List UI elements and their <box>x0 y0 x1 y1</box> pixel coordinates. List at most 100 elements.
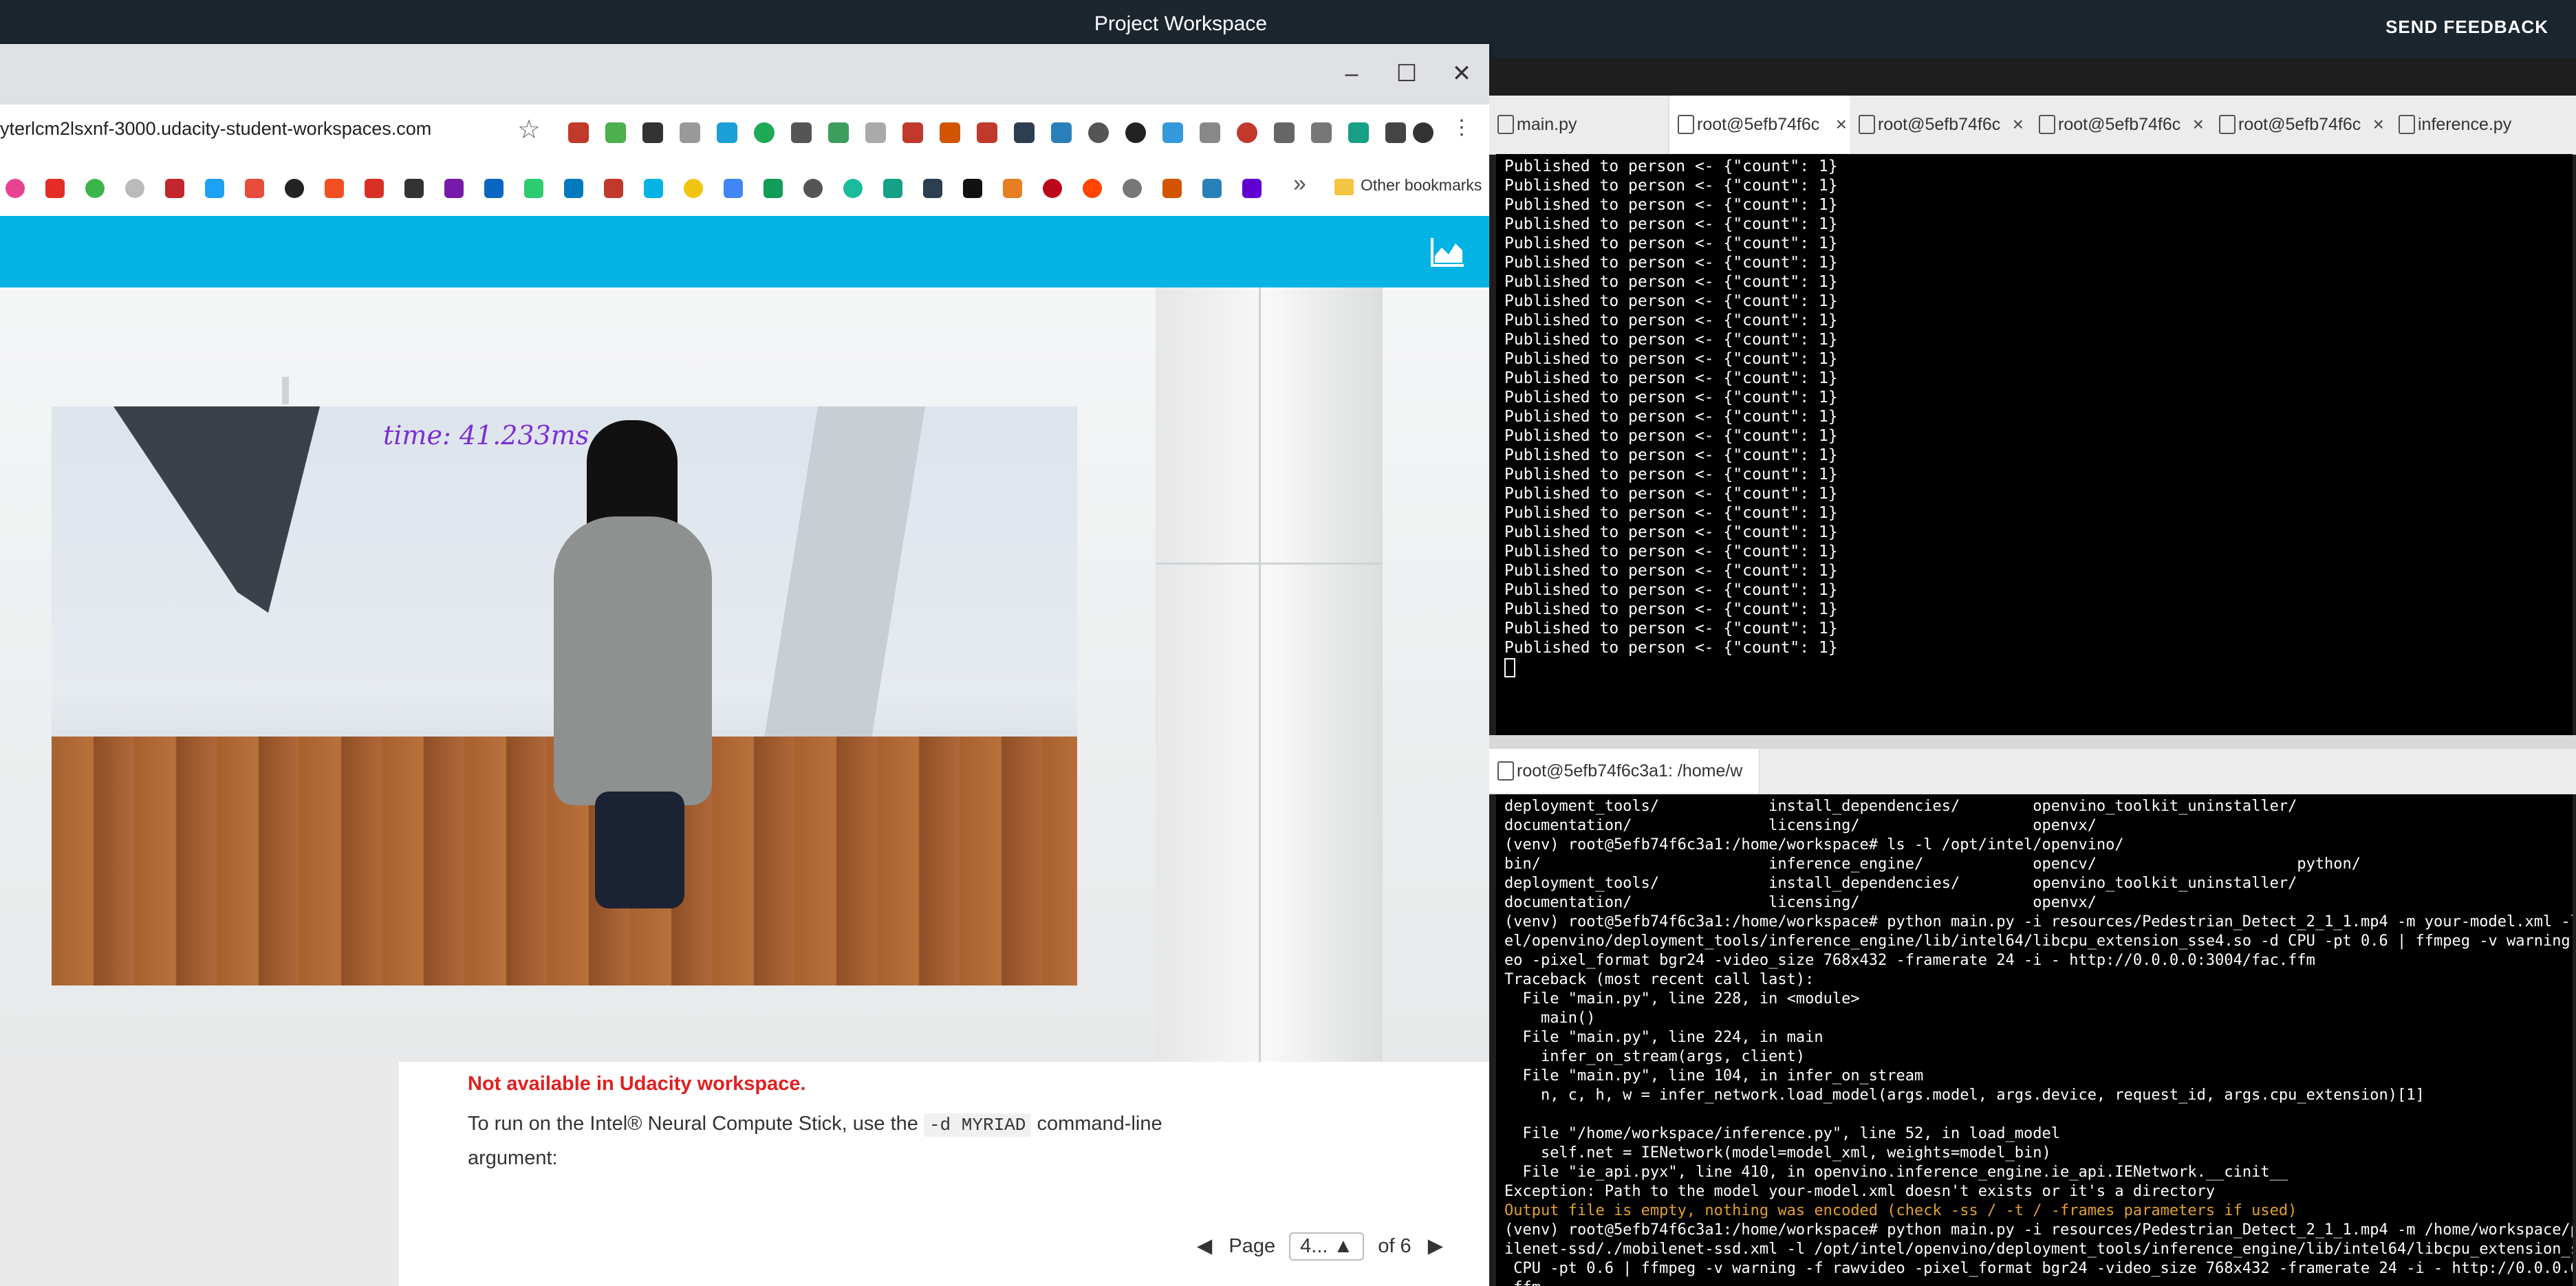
extension-icon[interactable] <box>1162 122 1183 143</box>
extension-icon[interactable] <box>642 122 663 143</box>
tab-terminal-lower[interactable]: root@5efb74f6c3a1: /home/w <box>1489 749 1760 793</box>
terminal-upper[interactable]: Published to person <- {"count": 1} Publ… <box>1496 154 2573 735</box>
prev-page-icon[interactable]: ◀ <box>1197 1235 1212 1257</box>
bookmark-icon[interactable] <box>604 179 623 198</box>
maximize-icon[interactable]: ☐ <box>1389 56 1424 91</box>
extension-icon[interactable] <box>1125 122 1146 143</box>
panel-splitter[interactable] <box>1489 735 2576 749</box>
bookmark-star-icon[interactable]: ☆ <box>517 114 541 145</box>
extension-icon[interactable] <box>754 122 775 143</box>
window-frame-line <box>1259 287 1261 1062</box>
bookmark-icon[interactable] <box>684 179 703 198</box>
extension-icon[interactable] <box>1348 122 1369 143</box>
extension-icon[interactable] <box>791 122 812 143</box>
tab-terminal-3[interactable]: root@5efb74f6c × <box>2031 96 2211 153</box>
tab-terminal-1[interactable]: root@5efb74f6c × <box>1669 96 1854 153</box>
extension-icon[interactable] <box>1311 122 1332 143</box>
profile-avatar[interactable] <box>1413 122 1433 143</box>
extension-icon[interactable] <box>605 122 626 143</box>
extension-icon[interactable] <box>680 122 700 143</box>
tab-terminal-2[interactable]: root@5efb74f6c × <box>1850 96 2031 153</box>
extension-icon[interactable] <box>1014 122 1035 143</box>
puzzle-extensions-icon[interactable] <box>1385 122 1406 143</box>
extension-icon[interactable] <box>717 122 737 143</box>
tab-terminal-4[interactable]: root@5efb74f6c × <box>2211 96 2392 153</box>
bookmark-icon[interactable] <box>1003 179 1022 198</box>
terminal-lower-output: deployment_tools/ install_dependencies/ … <box>1496 794 2573 1286</box>
google-bookmark-icon[interactable] <box>724 179 743 198</box>
microsoft-bookmark-icon[interactable] <box>325 179 344 198</box>
terminal-lower-line: ilenet-ssd/./mobilenet-ssd.xml -l /opt/i… <box>1504 1241 2573 1258</box>
trello-bookmark-icon[interactable] <box>564 179 583 198</box>
bookmark-icon[interactable] <box>883 179 902 198</box>
extension-icon[interactable] <box>940 122 960 143</box>
bookmarks-overflow-chevron-icon[interactable]: » <box>1293 171 1306 197</box>
extension-icon[interactable] <box>828 122 849 143</box>
terminal-lower-line: bin/ inference_engine/ opencv/ python/ <box>1504 855 2361 873</box>
extension-icon[interactable] <box>1051 122 1072 143</box>
bookmark-icon[interactable] <box>245 179 264 198</box>
close-tab-icon[interactable]: × <box>2373 96 2384 153</box>
bookmark-icon[interactable] <box>843 179 863 198</box>
close-tab-icon[interactable]: × <box>2193 96 2204 153</box>
terminal-upper-line: Published to person <- {"count": 1} <box>1504 466 1838 483</box>
pager-label: Page <box>1229 1235 1276 1257</box>
page-select[interactable]: 4... ▲ <box>1289 1232 1365 1261</box>
other-bookmarks-link[interactable]: Other bookmarks <box>1361 176 1482 195</box>
url-text[interactable]: yterlcm2lsxnf-3000.udacity-student-works… <box>0 118 431 140</box>
bookmark-icon[interactable] <box>923 179 942 198</box>
terminal-lower[interactable]: deployment_tools/ install_dependencies/ … <box>1496 794 2573 1286</box>
terminal-upper-line: Published to person <- {"count": 1} <box>1504 408 1838 426</box>
tab-main-py[interactable]: main.py <box>1489 96 1669 153</box>
bookmark-icon[interactable] <box>1162 179 1182 198</box>
extension-icon[interactable] <box>1237 122 1257 143</box>
linkedin-bookmark-icon[interactable] <box>484 179 504 198</box>
bookmark-icon[interactable] <box>85 179 105 198</box>
gmail-bookmark-icon[interactable] <box>365 179 384 198</box>
ncs-instructions: To run on the Intel® Neural Compute Stic… <box>468 1107 1224 1175</box>
tab-inference-py[interactable]: inference.py <box>2390 96 2576 153</box>
terminal-lower-line: documentation/ licensing/ openvx/ <box>1504 894 2097 911</box>
extension-icon[interactable] <box>865 122 886 143</box>
close-icon[interactable]: ✕ <box>1444 56 1479 91</box>
extension-icon[interactable] <box>1274 122 1295 143</box>
next-page-icon[interactable]: ▶ <box>1428 1235 1443 1257</box>
bookmark-icon[interactable] <box>285 179 304 198</box>
drive-bookmark-icon[interactable] <box>764 179 783 198</box>
bookmark-icon[interactable] <box>125 179 144 198</box>
terminal-upper-line: Published to person <- {"count": 1} <box>1504 350 1838 368</box>
bookmark-icon[interactable] <box>803 179 823 198</box>
extension-icon[interactable] <box>1088 122 1109 143</box>
close-tab-icon[interactable]: × <box>1836 96 1847 153</box>
bookmark-icon[interactable] <box>404 179 424 198</box>
terminal-upper-line: Published to person <- {"count": 1} <box>1504 427 1838 445</box>
extension-icon[interactable] <box>902 122 923 143</box>
not-available-note: Not available in Udacity workspace. <box>468 1073 806 1095</box>
bookmark-icon[interactable] <box>963 179 982 198</box>
terminal-upper-line: Published to person <- {"count": 1} <box>1504 235 1838 252</box>
terminal-lower-line: (venv) root@5efb74f6c3a1:/home/workspace… <box>1504 913 2573 930</box>
udacity-bookmark-icon[interactable] <box>644 179 663 198</box>
bookmark-icon[interactable] <box>165 179 184 198</box>
pager: ◀ Page 4... ▲ of 6 ▶ <box>1197 1232 1443 1261</box>
yahoo-bookmark-icon[interactable] <box>1242 179 1262 198</box>
close-tab-icon[interactable]: × <box>2013 96 2024 153</box>
terminal-lower-line: File "main.py", line 228, in <module> <box>1522 990 1860 1007</box>
menu-kebab-icon[interactable]: ⋮ <box>1451 116 1472 139</box>
terminal-upper-line: Published to person <- {"count": 1} <box>1504 523 1838 541</box>
gmail-extension-icon[interactable] <box>568 122 589 143</box>
bookmark-icon[interactable] <box>6 179 25 198</box>
reddit-bookmark-icon[interactable] <box>1083 179 1102 198</box>
bookmark-icon[interactable] <box>1123 179 1142 198</box>
send-feedback-button[interactable]: SEND FEEDBACK <box>2385 17 2548 38</box>
youtube-bookmark-icon[interactable] <box>45 179 65 198</box>
pinterest-bookmark-icon[interactable] <box>1043 179 1062 198</box>
extension-icon[interactable] <box>1200 122 1220 143</box>
twitter-bookmark-icon[interactable] <box>205 179 224 198</box>
bookmark-icon[interactable] <box>524 179 543 198</box>
chart-area-icon[interactable] <box>1431 237 1465 267</box>
bookmark-icon[interactable] <box>1202 179 1222 198</box>
onenote-bookmark-icon[interactable] <box>444 179 464 198</box>
minimize-icon[interactable]: – <box>1334 56 1369 91</box>
extension-icon[interactable] <box>977 122 997 143</box>
